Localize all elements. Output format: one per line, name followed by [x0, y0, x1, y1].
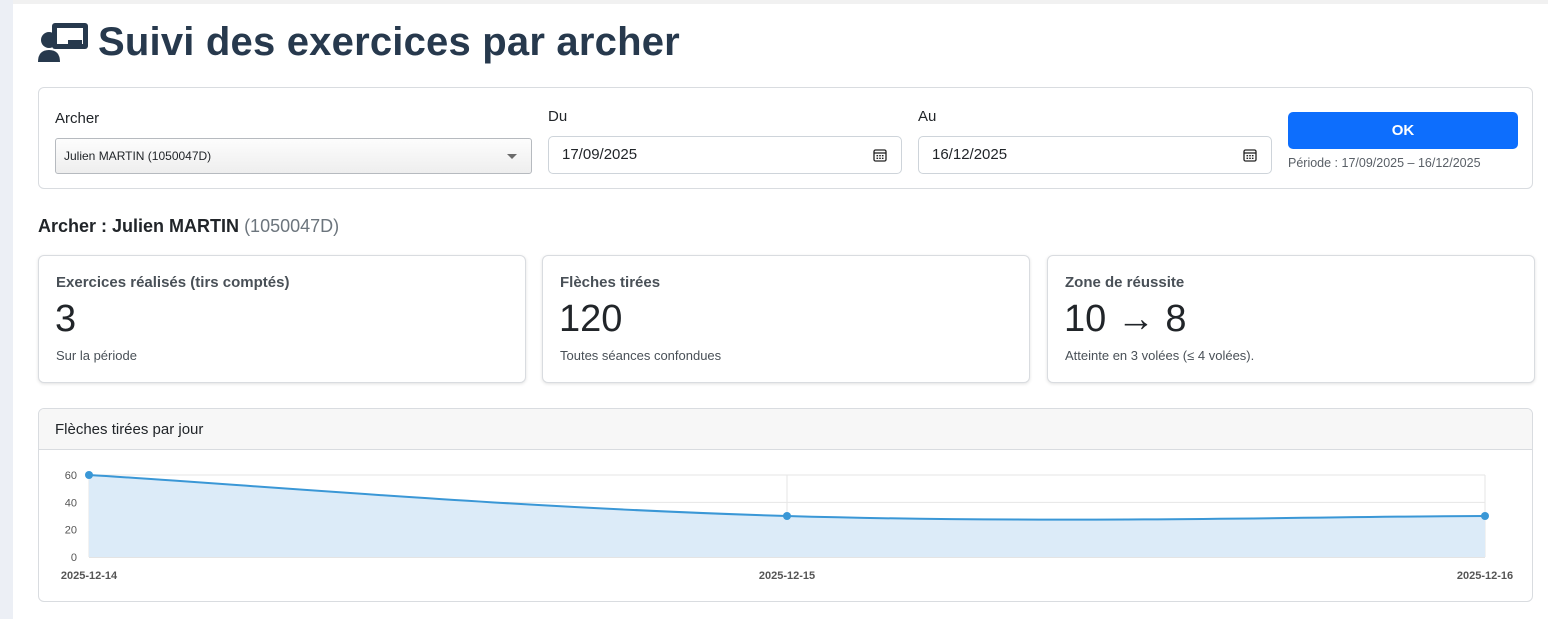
chart-title: Flèches tirées par jour — [39, 409, 1532, 450]
from-label: Du — [548, 108, 568, 125]
stat-title: Exercices réalisés (tirs comptés) — [56, 274, 290, 291]
chart-card: Flèches tirées par jour 0 20 40 60 2025-12-1… — [38, 408, 1533, 602]
archer-label: Archer — [55, 110, 100, 127]
stat-title: Flèches tirées — [560, 274, 661, 291]
stat-subtitle: Toutes séances confondues — [560, 348, 722, 363]
sidebar-edge — [0, 0, 13, 619]
calendar-icon[interactable] — [873, 148, 887, 162]
stat-subtitle: Sur la période — [56, 348, 137, 363]
x-tick-label: 2025-12-15 — [759, 570, 815, 582]
calendar-icon[interactable] — [1243, 148, 1257, 162]
stat-value: 10 → 8 — [1064, 298, 1187, 340]
archer-heading-prefix: Archer : — [38, 216, 113, 236]
y-tick-label: 20 — [65, 525, 77, 537]
stat-title: Zone de réussite — [1065, 274, 1185, 291]
page-title: Suivi des exercices par archer — [98, 20, 680, 64]
archer-select-value: Julien MARTIN (1050047D) — [64, 149, 212, 163]
archer-id: (1050047D) — [244, 216, 340, 236]
x-tick-label: 2025-12-14 — [61, 570, 118, 582]
archer-heading: Archer : Julien MARTIN (1050047D) — [38, 216, 339, 237]
y-tick-label: 0 — [71, 552, 77, 564]
stat-subtitle: Atteinte en 3 volées (≤ 4 volées). — [1065, 348, 1255, 363]
data-point — [85, 471, 93, 479]
from-date-value: 17/09/2025 — [562, 146, 638, 163]
to-label: Au — [918, 108, 937, 125]
stat-value: 3 — [55, 298, 77, 340]
to-date-input[interactable]: 16/12/2025 — [918, 136, 1272, 174]
page-header: Suivi des exercices par archer — [38, 18, 680, 66]
ok-button[interactable]: OK — [1288, 112, 1518, 149]
chalkboard-user-icon — [38, 23, 88, 62]
data-point — [783, 512, 791, 520]
stat-value: 120 — [559, 298, 623, 340]
archer-select[interactable]: Julien MARTIN (1050047D) — [55, 138, 532, 174]
data-point — [1481, 512, 1489, 520]
stat-card-success-zone: Zone de réussite 10 → 8 Atteinte en 3 vo… — [1047, 255, 1535, 383]
y-tick-label: 60 — [65, 470, 77, 482]
top-bar-edge — [13, 0, 1548, 4]
filter-panel: Archer Julien MARTIN (1050047D) Du 17/09… — [38, 87, 1533, 189]
x-tick-label: 2025-12-16 — [1457, 570, 1513, 582]
period-text: Période : 17/09/2025 – 16/12/2025 — [1288, 156, 1481, 170]
to-date-value: 16/12/2025 — [932, 146, 1008, 163]
y-tick-label: 40 — [65, 497, 77, 509]
stat-card-arrows: Flèches tirées 120 Toutes séances confon… — [542, 255, 1030, 383]
chart-area: 0 20 40 60 2025-12-14 2025-12-15 2025-12-16 — [61, 470, 1513, 582]
stat-card-exercises: Exercices réalisés (tirs comptés) 3 Sur … — [38, 255, 526, 383]
from-date-input[interactable]: 17/09/2025 — [548, 136, 902, 174]
chevron-down-icon — [507, 154, 517, 159]
archer-name: Julien MARTIN — [112, 216, 240, 236]
